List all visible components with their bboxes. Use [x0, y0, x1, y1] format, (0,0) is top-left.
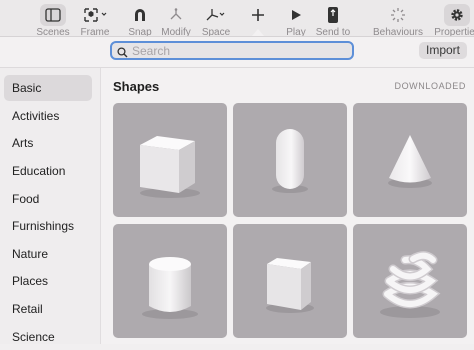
- search-icon: [117, 45, 128, 63]
- downloaded-label: DOWNLOADED: [394, 81, 466, 91]
- sidebar-item-furnishings[interactable]: Furnishings: [4, 213, 92, 239]
- cylinder-shape-tile[interactable]: [113, 224, 227, 338]
- sidebar-item-arts[interactable]: Arts: [4, 130, 92, 156]
- sidebar-item-education[interactable]: Education: [4, 158, 92, 184]
- category-sidebar: Basic Activities Arts Education Food Fur…: [0, 68, 101, 344]
- capsule-shape-tile[interactable]: [233, 103, 347, 217]
- sidebar-item-nature[interactable]: Nature: [4, 241, 92, 267]
- sidebar-item-retail[interactable]: Retail: [4, 296, 92, 322]
- cube-shape-icon: [140, 136, 200, 198]
- cone-shape-icon: [388, 135, 432, 188]
- cylinder-shape-icon: [142, 257, 198, 319]
- gear-icon: [427, 5, 474, 25]
- coil-shape-tile[interactable]: [353, 224, 467, 338]
- cube-shape-tile[interactable]: [113, 103, 227, 217]
- search-input[interactable]: [132, 43, 347, 58]
- sidebar-item-activities[interactable]: Activities: [4, 103, 92, 129]
- coil-shape-icon: [380, 251, 441, 318]
- capsule-shape-icon: [272, 129, 308, 193]
- box-shape-tile[interactable]: [233, 224, 347, 338]
- import-button[interactable]: Import: [419, 42, 467, 59]
- toolbar: Scenes Frame Snap Modify Space Play Send…: [0, 0, 474, 38]
- toolbar-properties-button[interactable]: Properties: [427, 0, 474, 38]
- search-field[interactable]: [110, 41, 354, 60]
- object-library-popover: Import Basic Activities Arts Education F…: [0, 37, 474, 344]
- send-to-icon: [303, 5, 363, 25]
- cone-shape-tile[interactable]: [353, 103, 467, 217]
- behaviours-icon: [368, 5, 428, 25]
- sidebar-item-food[interactable]: Food: [4, 186, 92, 212]
- sidebar-item-science[interactable]: Science: [4, 324, 92, 350]
- box-shape-icon: [266, 258, 314, 313]
- toolbar-send-to-button[interactable]: Send to: [303, 0, 363, 38]
- section-title: Shapes: [113, 79, 160, 94]
- sidebar-item-basic[interactable]: Basic: [4, 75, 92, 101]
- sidebar-item-places[interactable]: Places: [4, 268, 92, 294]
